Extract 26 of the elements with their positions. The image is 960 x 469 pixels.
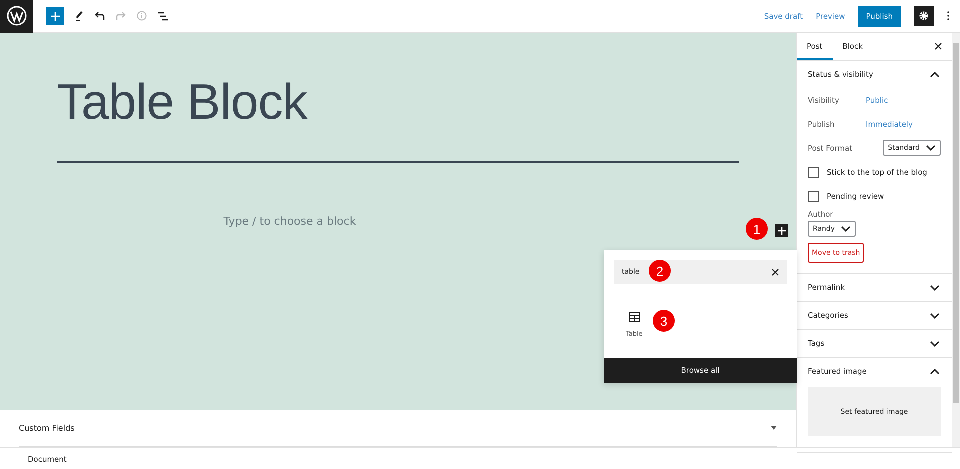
- scrollbar-thumb[interactable]: [953, 43, 959, 403]
- list-view-icon[interactable]: [158, 12, 168, 20]
- gear-icon: [919, 11, 929, 21]
- block-inserter-button[interactable]: [775, 224, 788, 237]
- toggle-icon[interactable]: [771, 424, 777, 432]
- post-title[interactable]: Table Block: [57, 73, 739, 131]
- pencil-icon[interactable]: [75, 11, 84, 21]
- checkbox[interactable]: [808, 166, 819, 178]
- checkbox[interactable]: [808, 190, 819, 202]
- meta-box-title[interactable]: Custom Fields: [19, 424, 75, 432]
- chevron-icon[interactable]: [930, 312, 940, 318]
- undo-icon[interactable]: [95, 12, 105, 20]
- wordpress-logo-icon[interactable]: [0, 0, 33, 32]
- chevron-icon[interactable]: [930, 368, 940, 374]
- chevron-icon[interactable]: [930, 340, 940, 346]
- chevron-icon[interactable]: [841, 226, 852, 232]
- chevron-icon[interactable]: [930, 284, 940, 290]
- close-icon[interactable]: [772, 268, 779, 276]
- plus-icon: [50, 12, 60, 20]
- settings-button[interactable]: [914, 6, 934, 26]
- close-icon[interactable]: [935, 43, 942, 50]
- more-options-icon[interactable]: [947, 11, 950, 21]
- add-block-button[interactable]: [46, 7, 64, 25]
- table-icon: [628, 312, 640, 322]
- chevron-icon[interactable]: [926, 145, 936, 151]
- chevron-icon[interactable]: [930, 72, 940, 78]
